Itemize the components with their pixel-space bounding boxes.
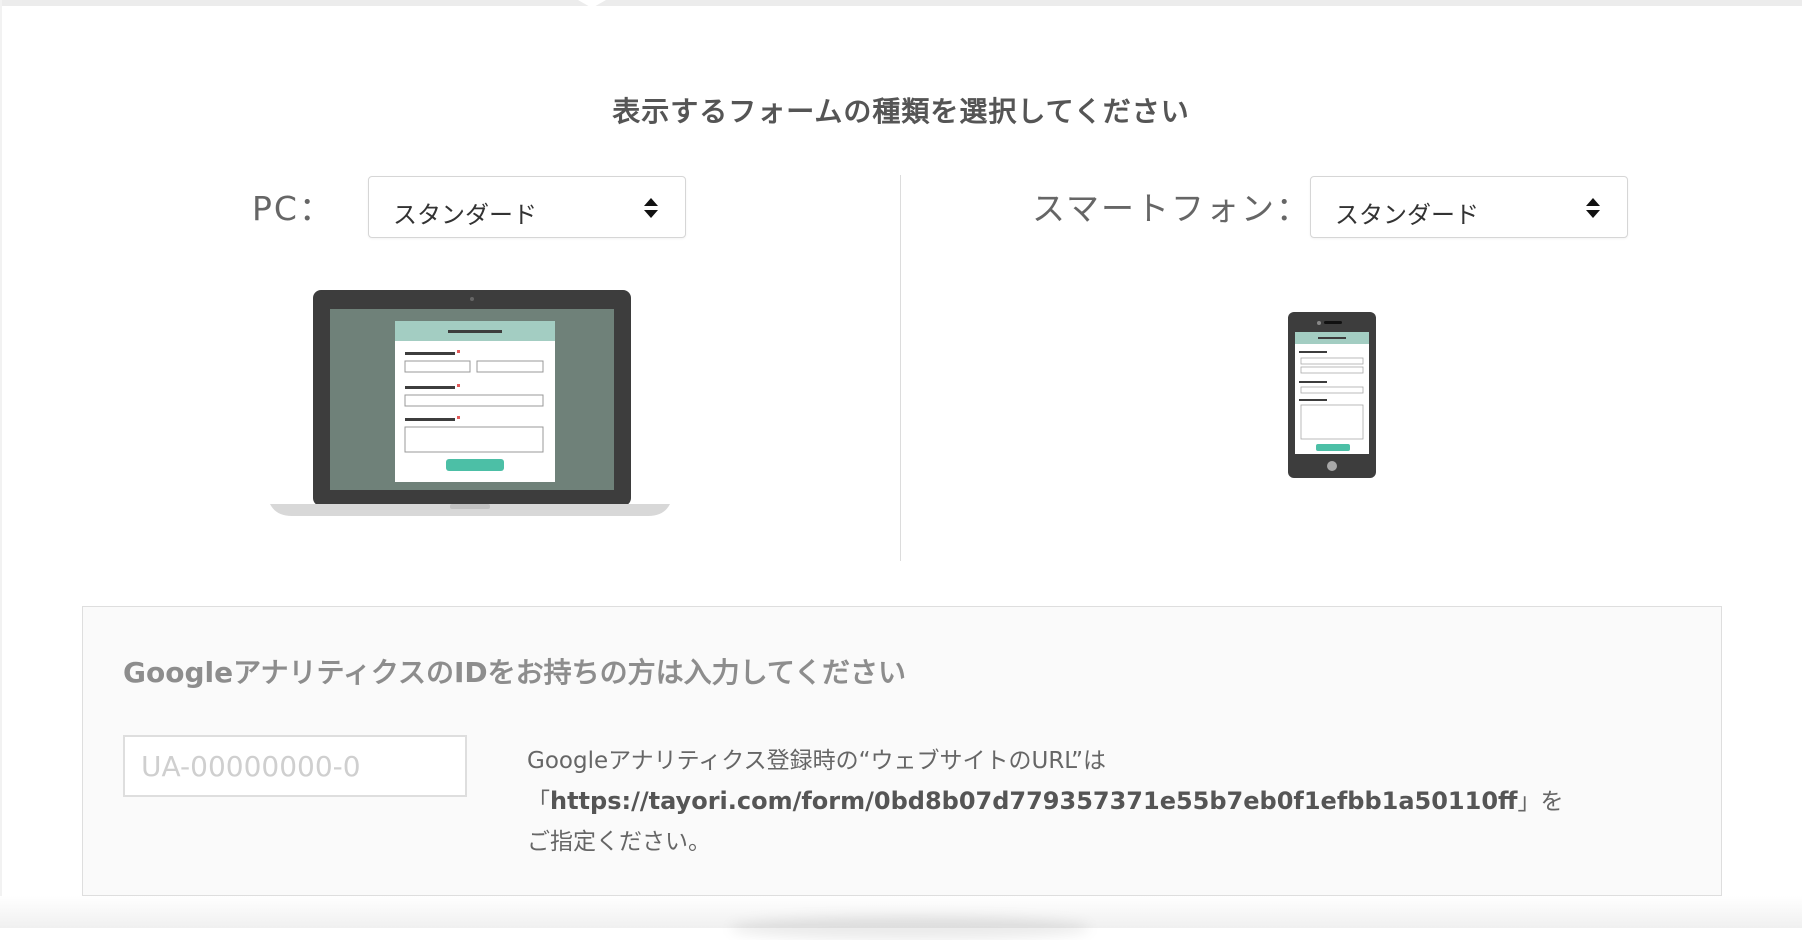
smartphone-preview-illustration xyxy=(1288,312,1376,478)
note-line-2: 「https://tayori.com/form/0bd8b07d7793573… xyxy=(527,781,1707,822)
left-edge xyxy=(0,0,2,928)
analytics-section: GoogleアナリティクスのIDをお持ちの方は入力してください Googleアナ… xyxy=(82,606,1722,896)
smartphone-select-value: スタンダード xyxy=(1335,201,1479,229)
pc-form-type-select[interactable]: スタンダード xyxy=(368,176,686,238)
analytics-note: Googleアナリティクス登録時の“ウェブサイトのURL”は 「https://… xyxy=(527,741,1707,862)
page-title: 表示するフォームの種類を選択してください xyxy=(612,95,1190,128)
analytics-id-input[interactable] xyxy=(123,735,467,797)
pc-label: PC： xyxy=(252,189,334,228)
analytics-title: GoogleアナリティクスのIDをお持ちの方は入力してください xyxy=(123,656,906,689)
column-divider xyxy=(900,175,901,561)
note-close-bracket: 」を xyxy=(1517,789,1564,815)
note-line-3: ご指定ください。 xyxy=(527,829,711,855)
note-open-bracket: 「 xyxy=(527,789,550,815)
sort-arrows-icon xyxy=(644,198,658,218)
smartphone-label: スマートフォン： xyxy=(1032,189,1312,228)
pc-select-value: スタンダード xyxy=(393,201,537,229)
bottom-shadow-blob xyxy=(730,916,1090,940)
top-notch xyxy=(578,0,606,8)
sort-arrows-icon xyxy=(1586,198,1600,218)
smartphone-form-type-select[interactable]: スタンダード xyxy=(1310,176,1628,238)
note-line-1: Googleアナリティクス登録時の“ウェブサイトのURL”は xyxy=(527,748,1106,774)
form-url-text: https://tayori.com/form/0bd8b07d77935737… xyxy=(550,787,1518,815)
top-bar xyxy=(0,0,1802,6)
laptop-preview-illustration xyxy=(270,290,670,516)
